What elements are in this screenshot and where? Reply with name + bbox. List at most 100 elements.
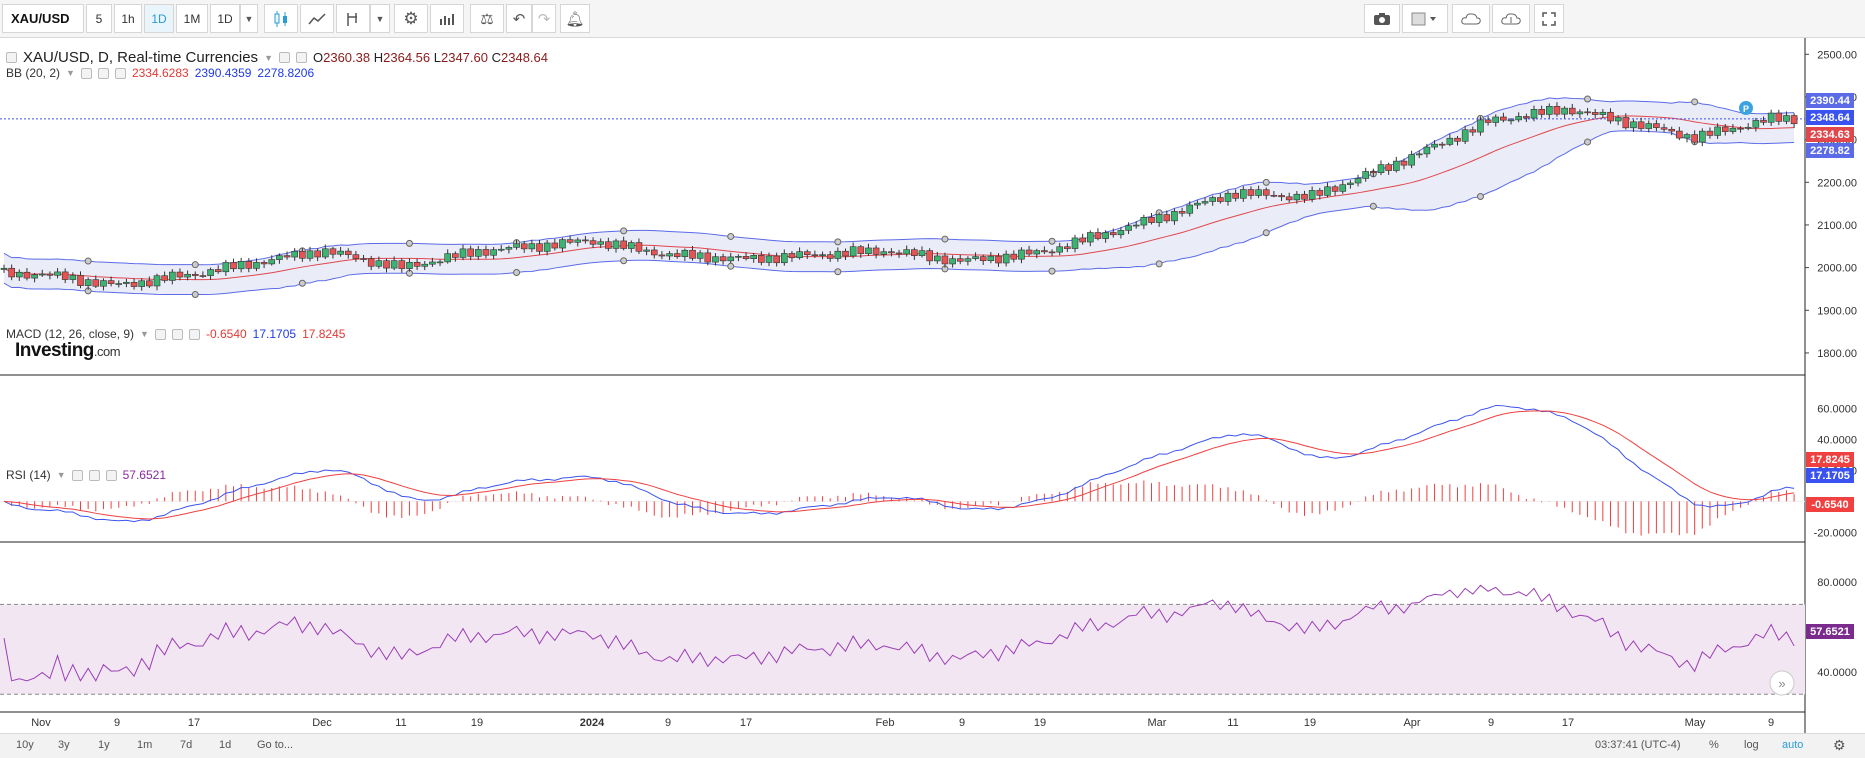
candle-body	[872, 247, 880, 255]
auto-toggle[interactable]: auto	[1782, 739, 1803, 751]
chart-toolbar: XAU/USD 5 1h 1D 1M 1D ▼ ▼ ⚙ ⚖ ↶ ↷ 🔔︎	[0, 0, 1865, 38]
candle-body	[1515, 116, 1522, 121]
price-tick-label: 1900.00	[1817, 305, 1857, 317]
candle-body	[161, 275, 168, 281]
chevron-down-icon[interactable]: ▼	[66, 68, 75, 78]
candle-body	[689, 249, 696, 259]
bb-marker	[1155, 260, 1163, 268]
cloud-upload-icon[interactable]	[1492, 4, 1530, 33]
candle-body	[283, 255, 291, 258]
candle-body	[1461, 129, 1469, 142]
chevron-down-icon[interactable]: ▼	[57, 470, 66, 480]
gear-icon[interactable]: ⚙	[1833, 737, 1846, 754]
chart-area[interactable]: P 2500.002400.002300.002200.002100.00200…	[0, 38, 1865, 733]
range-1m-button[interactable]: 1m	[137, 739, 152, 751]
candle-body	[1079, 237, 1086, 243]
range-7d-button[interactable]: 7d	[180, 739, 192, 751]
camera-icon[interactable]	[1364, 4, 1400, 33]
candle-body	[834, 250, 842, 259]
candle-body	[1025, 249, 1033, 255]
visibility-icon[interactable]	[154, 328, 166, 340]
visibility-icon[interactable]	[80, 67, 92, 79]
interval-1d-button[interactable]: 1D	[144, 4, 174, 33]
settings-icon[interactable]	[295, 52, 307, 63]
visibility-icon[interactable]	[71, 469, 83, 481]
candle-body	[444, 253, 452, 263]
undo-icon[interactable]: ↶	[506, 4, 532, 33]
price-badge-label: 2278.82	[1810, 145, 1850, 157]
chevron-down-icon[interactable]: ▼	[140, 329, 149, 339]
goto-button[interactable]: Go to...	[257, 739, 293, 751]
candle-body	[1584, 111, 1591, 114]
fullscreen-icon[interactable]	[1534, 4, 1564, 33]
candle-body	[1538, 109, 1545, 115]
candle-body	[459, 248, 467, 258]
settings-icon[interactable]	[171, 328, 183, 340]
candle-body	[253, 262, 260, 269]
compare-scale-icon[interactable]: ⚖	[470, 4, 504, 33]
close-icon[interactable]	[114, 67, 126, 79]
collapse-icon[interactable]	[6, 52, 17, 63]
settings-icon[interactable]	[97, 67, 109, 79]
chevron-down-icon[interactable]: ▼	[240, 4, 258, 33]
candle-body	[1668, 128, 1675, 132]
range-1y-button[interactable]: 1y	[98, 739, 110, 751]
candle-body	[1408, 154, 1415, 166]
chevron-down-icon[interactable]: ▼	[264, 53, 273, 63]
indicators-icon[interactable]	[430, 4, 464, 33]
close-icon[interactable]	[188, 328, 200, 340]
candle-body	[1324, 186, 1331, 196]
candle-body	[1148, 216, 1155, 223]
gear-icon[interactable]: ⚙	[394, 4, 428, 33]
range-1d-button[interactable]: 1d	[219, 739, 231, 751]
candle-body	[643, 249, 650, 252]
log-toggle[interactable]: log	[1744, 739, 1759, 751]
close-icon[interactable]	[105, 469, 117, 481]
visibility-icon[interactable]	[278, 52, 290, 63]
candle-body	[796, 251, 803, 259]
candle-body	[291, 251, 299, 258]
template-icon[interactable]	[1402, 4, 1448, 33]
candle-body	[1339, 184, 1347, 192]
bb-marker	[1369, 202, 1377, 210]
candle-body	[941, 255, 949, 265]
bb-marker	[620, 257, 628, 265]
price-tick-label: 2200.00	[1817, 177, 1857, 189]
candle-body	[1163, 214, 1171, 222]
cloud-download-icon[interactable]	[1452, 4, 1490, 33]
alert-bell-icon[interactable]: 🔔︎	[560, 4, 590, 33]
range-10y-button[interactable]: 10y	[16, 739, 34, 751]
price-badge-label: 2348.64	[1810, 112, 1851, 124]
candle-body	[46, 273, 54, 276]
line-chart-icon[interactable]	[300, 4, 334, 33]
candle-body	[314, 250, 321, 258]
candle-body	[1706, 130, 1714, 136]
candles-icon[interactable]	[264, 4, 298, 33]
interval-5-button[interactable]: 5	[86, 4, 112, 33]
candle-body	[589, 240, 597, 245]
candle-body	[222, 262, 230, 273]
symbol-input[interactable]: XAU/USD	[2, 4, 84, 33]
chevron-down-icon[interactable]: ▼	[370, 4, 390, 33]
interval-1h-button[interactable]: 1h	[114, 4, 142, 33]
redo-icon[interactable]: ↷	[532, 4, 556, 33]
candle-body	[245, 261, 253, 269]
price-tick-label: 2100.00	[1817, 220, 1857, 232]
percent-toggle[interactable]: %	[1709, 739, 1719, 751]
candle-body	[918, 250, 926, 256]
drawing-tool-icon[interactable]	[336, 4, 370, 33]
candle-body	[153, 275, 161, 287]
interval-select[interactable]: 1D	[210, 4, 240, 33]
candle-body	[972, 256, 979, 259]
bb-marker	[191, 291, 199, 299]
candle-body	[964, 258, 972, 262]
candle-body	[84, 279, 92, 286]
macd-signal-line	[3, 410, 1795, 520]
candle-body	[1767, 112, 1775, 123]
settings-icon[interactable]	[88, 469, 100, 481]
open-value: 2360.38	[323, 50, 371, 65]
candle-body	[1262, 189, 1270, 196]
range-3y-button[interactable]: 3y	[58, 739, 70, 751]
chart-svg[interactable]: P 2500.002400.002300.002200.002100.00200…	[0, 38, 1865, 733]
interval-1m-button[interactable]: 1M	[176, 4, 208, 33]
